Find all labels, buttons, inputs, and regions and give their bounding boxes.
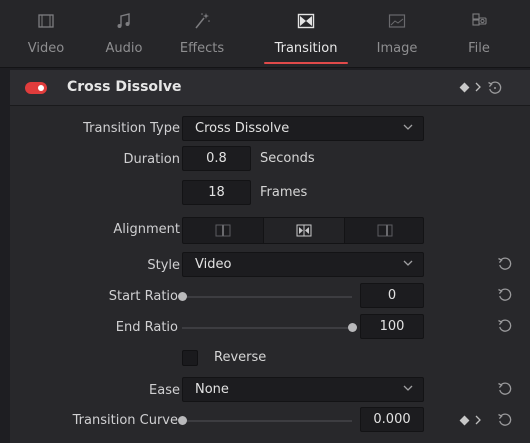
reverse-checkbox[interactable] [182, 350, 198, 366]
transition-curve-reset-icon[interactable] [497, 412, 513, 428]
transition-curve-input[interactable]: 0.000 [360, 407, 424, 432]
tab-video[interactable]: Video [7, 0, 85, 68]
align-end-button[interactable] [345, 218, 425, 243]
transition-curve-slider[interactable] [182, 420, 352, 422]
alignment-selector [182, 217, 424, 244]
end-ratio-reset-icon[interactable] [497, 318, 513, 334]
transition-curve-label: Transition Curve [72, 413, 178, 428]
chevron-down-icon [403, 385, 413, 391]
transition-curve-slider-handle[interactable] [177, 416, 187, 425]
reverse-label: Reverse [214, 350, 267, 365]
style-label: Style [147, 258, 180, 273]
tab-image[interactable]: Image [358, 0, 436, 68]
start-ratio-slider[interactable] [182, 296, 352, 298]
align-center-icon [296, 224, 312, 237]
ease-value: None [195, 382, 229, 397]
transition-type-dropdown[interactable]: Cross Dissolve [182, 116, 424, 141]
start-ratio-input[interactable]: 0 [360, 283, 424, 308]
chevron-down-icon [403, 124, 413, 130]
style-value: Video [195, 257, 232, 272]
keyframe-diamond-icon[interactable] [459, 82, 470, 93]
tab-label: File [468, 41, 490, 56]
start-ratio-slider-handle[interactable] [177, 292, 187, 301]
start-ratio-value: 0 [387, 288, 397, 303]
inspector-tab-bar: Video Audio Effects Transition Image Fil… [0, 0, 530, 68]
file-metadata-icon [472, 13, 487, 26]
duration-seconds-input[interactable]: 0.8 [182, 146, 251, 171]
align-end-icon [377, 224, 393, 237]
ease-label: Ease [149, 383, 180, 398]
tab-label: Video [27, 41, 65, 56]
active-tab-indicator [264, 62, 348, 64]
transition-inspector-panel: Cross Dissolve Transition Type Cross Dis… [10, 70, 530, 443]
enable-toggle[interactable] [25, 82, 47, 94]
reset-icon[interactable] [487, 80, 503, 96]
chevron-right-icon[interactable] [474, 81, 482, 93]
duration-frames-input[interactable]: 18 [182, 180, 251, 205]
tab-label: Effects [179, 41, 225, 56]
tab-label: Transition [274, 41, 338, 56]
ease-reset-icon[interactable] [497, 381, 513, 397]
tab-label: Audio [105, 41, 143, 56]
frames-unit-label: Frames [260, 185, 308, 200]
transition-curve-value: 0.000 [373, 412, 411, 427]
transition-type-value: Cross Dissolve [195, 121, 290, 136]
ease-dropdown[interactable]: None [182, 377, 424, 402]
start-ratio-label: Start Ratio [108, 289, 178, 304]
end-ratio-slider-handle[interactable] [347, 323, 357, 332]
end-ratio-slider[interactable] [182, 327, 352, 329]
chevron-down-icon [403, 260, 413, 266]
magic-wand-icon [195, 13, 210, 29]
keyframe-diamond-icon[interactable] [459, 415, 470, 426]
panel-title: Cross Dissolve [67, 79, 182, 95]
music-note-icon [117, 13, 130, 28]
transition-type-label: Transition Type [83, 121, 180, 136]
align-center-button[interactable] [264, 218, 344, 243]
film-icon [38, 14, 54, 28]
tab-label: Image [376, 41, 418, 56]
align-start-button[interactable] [183, 218, 263, 243]
style-reset-icon[interactable] [497, 256, 513, 272]
end-ratio-value: 100 [379, 319, 405, 334]
style-dropdown[interactable]: Video [182, 252, 424, 277]
transition-icon [297, 13, 315, 29]
tab-effects[interactable]: Effects [163, 0, 241, 68]
panel-header: Cross Dissolve [10, 70, 530, 106]
seconds-unit-label: Seconds [260, 151, 315, 166]
alignment-label: Alignment [113, 222, 180, 237]
align-start-icon [215, 224, 231, 237]
end-ratio-label: End Ratio [115, 320, 178, 335]
start-ratio-reset-icon[interactable] [497, 287, 513, 303]
tab-transition[interactable]: Transition [258, 0, 354, 68]
chevron-right-icon[interactable] [474, 414, 482, 426]
image-icon [388, 14, 406, 28]
tab-file[interactable]: File [440, 0, 518, 68]
duration-frames-value: 18 [208, 185, 225, 200]
duration-seconds-value: 0.8 [206, 151, 227, 166]
end-ratio-input[interactable]: 100 [360, 314, 424, 339]
duration-label: Duration [123, 152, 180, 167]
tab-audio[interactable]: Audio [85, 0, 163, 68]
